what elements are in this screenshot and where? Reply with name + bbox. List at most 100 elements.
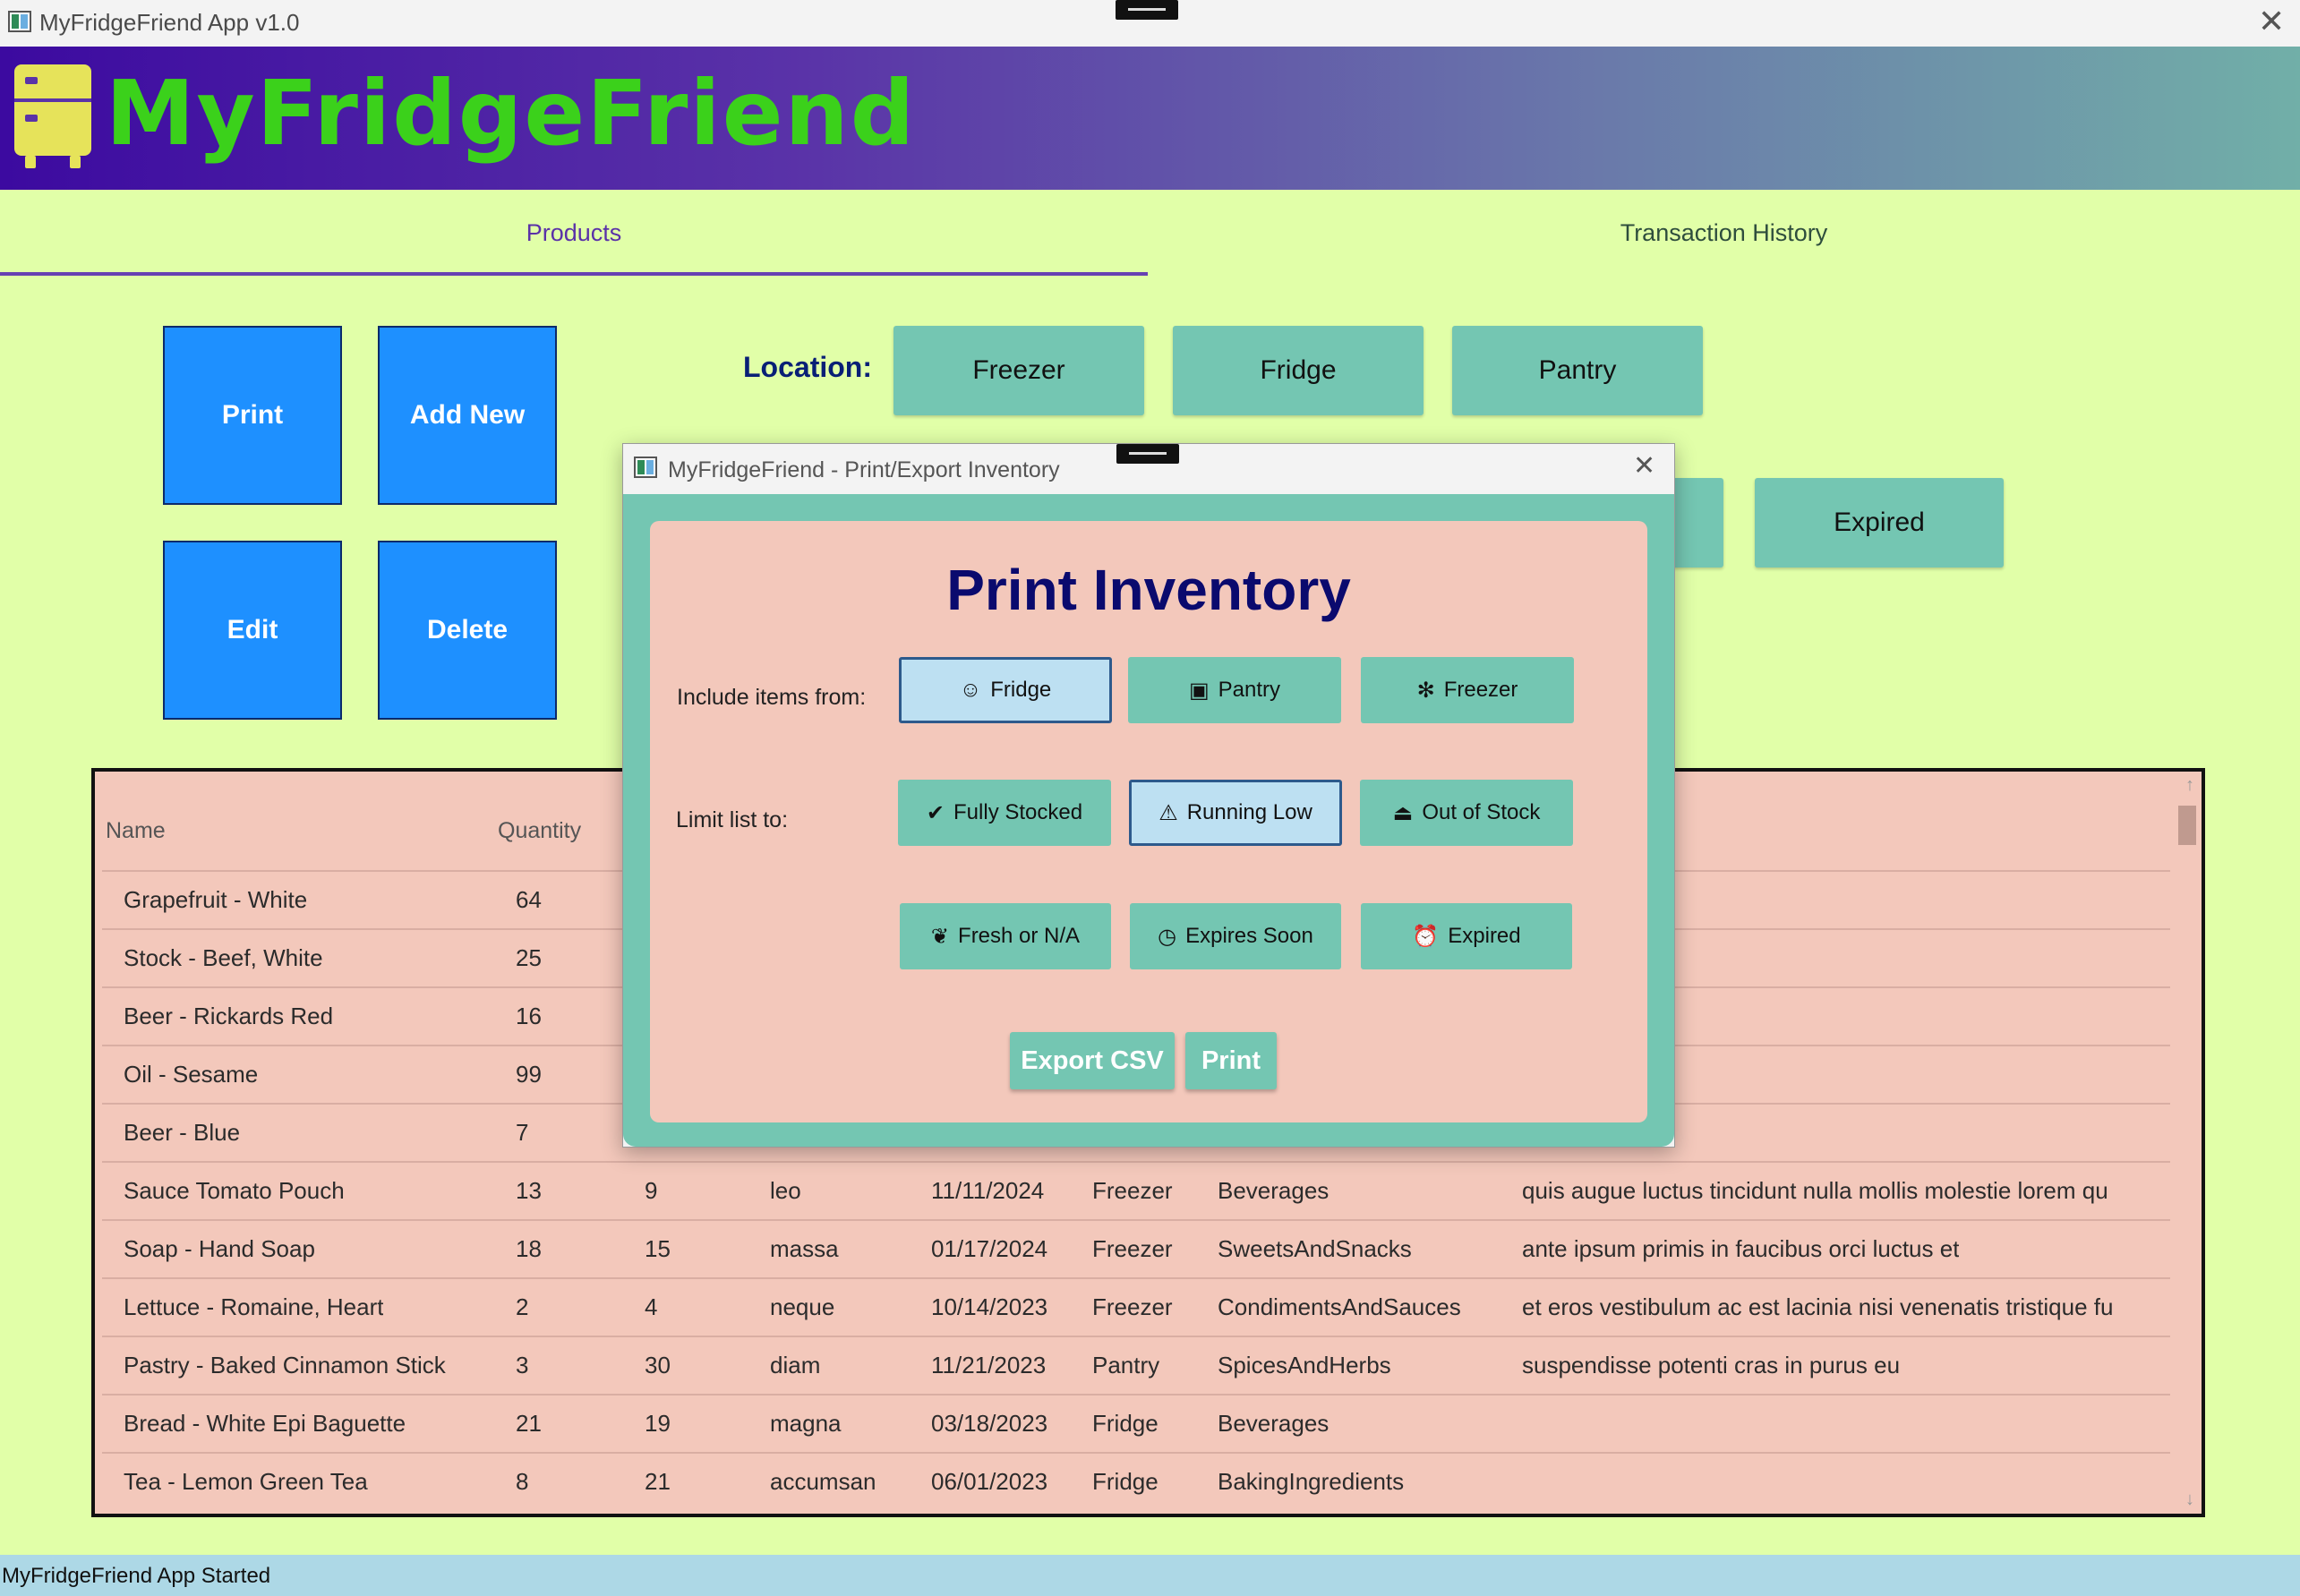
edit-button[interactable]: Edit	[163, 541, 342, 720]
cell-location: Freezer	[1092, 1293, 1173, 1320]
cell-notes: ante ipsum primis in faucibus orci luctu…	[1522, 1235, 1960, 1262]
cell-min: 4	[645, 1293, 658, 1320]
delete-button[interactable]: Delete	[378, 541, 557, 720]
cell-name: Grapefruit - White	[124, 886, 308, 913]
cell-category: SpicesAndHerbs	[1218, 1352, 1391, 1378]
window-close-icon[interactable]: ✕	[2258, 5, 2285, 38]
stock-out-of-stock-button[interactable]: ⏏ Out of Stock	[1360, 780, 1573, 846]
cell-brand: massa	[770, 1235, 839, 1262]
cell-location: Fridge	[1092, 1468, 1159, 1495]
cell-location: Fridge	[1092, 1410, 1159, 1437]
window-titlebar: MyFridgeFriend App v1.0 ✕	[0, 0, 2300, 47]
cell-category: Beverages	[1218, 1177, 1330, 1204]
cell-name: Soap - Hand Soap	[124, 1235, 315, 1262]
option-label: Fresh or N/A	[958, 924, 1081, 948]
cell-date: 03/18/2023	[931, 1410, 1048, 1437]
dialog-card: Print Inventory Include items from: ☺ Fri…	[650, 521, 1647, 1122]
cell-date: 06/01/2023	[931, 1468, 1048, 1495]
location-pantry-button[interactable]: Pantry	[1452, 326, 1703, 415]
drag-handle[interactable]	[1116, 0, 1178, 20]
limit-label: Limit list to:	[676, 807, 789, 832]
column-header-name[interactable]: Name	[106, 818, 166, 844]
dialog-title: MyFridgeFriend - Print/Export Inventory	[668, 457, 1060, 482]
cell-name: Sauce Tomato Pouch	[124, 1177, 345, 1204]
add-new-button[interactable]: Add New	[378, 326, 557, 505]
column-header-quantity[interactable]: Quantity	[498, 818, 581, 844]
cell-name: Oil - Sesame	[124, 1061, 259, 1088]
cell-date: 11/11/2024	[931, 1177, 1045, 1204]
table-row[interactable]: Pastry - Baked Cinnamon Stick 3 30 diam 11/2…	[102, 1336, 2170, 1395]
app-header: MyFridgeFriend	[0, 47, 2300, 190]
scroll-thumb[interactable]	[2178, 806, 2196, 845]
cell-notes: et eros vestibulum ac est lacinia nisi v…	[1522, 1293, 2114, 1320]
freshness-fresh-or-n-a-button[interactable]: ❦ Fresh or N/A	[900, 903, 1111, 969]
cell-quantity: 21	[516, 1410, 542, 1437]
cell-brand: magna	[770, 1410, 842, 1437]
scroll-up-icon[interactable]: ↑	[2185, 775, 2194, 796]
checkmark-icon: ✔	[926, 800, 945, 825]
include-freezer-button[interactable]: ✻ Freezer	[1361, 657, 1574, 723]
dialog-drag-handle[interactable]	[1116, 444, 1179, 464]
freshness-expired-button[interactable]: ⏰ Expired	[1361, 903, 1572, 969]
cell-category: BakingIngredients	[1218, 1468, 1405, 1495]
warning-icon: ⚠	[1159, 800, 1178, 825]
cell-date: 01/17/2024	[931, 1235, 1048, 1262]
cell-category: Beverages	[1218, 1410, 1330, 1437]
dialog-print-button[interactable]: Print	[1185, 1032, 1277, 1089]
siren-icon: ⏏	[1392, 800, 1414, 825]
cell-min: 9	[645, 1177, 658, 1204]
option-label: Pantry	[1218, 678, 1281, 702]
cell-name: Bread - White Epi Baguette	[124, 1410, 406, 1437]
stock-fully-stocked-button[interactable]: ✔ Fully Stocked	[898, 780, 1111, 846]
cell-min: 19	[645, 1410, 671, 1437]
status-expired-button[interactable]: Expired	[1755, 478, 2004, 568]
cell-quantity: 64	[516, 886, 542, 913]
cell-name: Beer - Rickards Red	[124, 1003, 334, 1029]
cell-min: 15	[645, 1235, 671, 1262]
print-button[interactable]: Print	[163, 326, 342, 505]
tab-transaction-history[interactable]: Transaction History	[1148, 190, 2300, 276]
scroll-down-icon[interactable]: ↓	[2185, 1489, 2194, 1510]
cell-quantity: 8	[516, 1468, 529, 1495]
option-label: Expired	[1448, 924, 1521, 948]
status-bar: MyFridgeFriend App Started	[0, 1555, 2300, 1596]
table-row[interactable]: Soap - Hand Soap 18 15 massa 01/17/2024 Freez…	[102, 1219, 2170, 1279]
include-pantry-button[interactable]: ▣ Pantry	[1128, 657, 1341, 723]
table-row[interactable]: Lettuce - Romaine, Heart 2 4 neque 10/14/202…	[102, 1277, 2170, 1337]
cell-name: Lettuce - Romaine, Heart	[124, 1293, 384, 1320]
dialog-heading: Print Inventory	[946, 558, 1351, 622]
cell-date: 10/14/2023	[931, 1293, 1048, 1320]
option-label: Freezer	[1443, 678, 1518, 702]
cell-quantity: 99	[516, 1061, 542, 1088]
fridge-icon	[14, 64, 91, 168]
jar-icon: ▣	[1188, 678, 1210, 703]
app-window-icon	[8, 11, 31, 32]
cell-date: 11/21/2023	[931, 1352, 1047, 1378]
cell-name: Stock - Beef, White	[124, 944, 323, 971]
dialog-body: Print Inventory Include items from: ☺ Fri…	[623, 494, 1674, 1147]
freshness-expires-soon-button[interactable]: ◷ Expires Soon	[1130, 903, 1341, 969]
table-row[interactable]: Tea - Lemon Green Tea 8 21 accumsan 06/01/20…	[102, 1452, 2170, 1512]
table-row[interactable]: Bread - White Epi Baguette 21 19 magna 03/18…	[102, 1394, 2170, 1454]
export-csv-button[interactable]: Export CSV	[1010, 1032, 1175, 1089]
include-fridge-button[interactable]: ☺ Fridge	[899, 657, 1112, 723]
cell-name: Beer - Blue	[124, 1119, 241, 1146]
alarm-clock-icon: ⏰	[1412, 924, 1440, 949]
cell-category: SweetsAndSnacks	[1218, 1235, 1412, 1262]
cell-location: Pantry	[1092, 1352, 1160, 1378]
tab-products[interactable]: Products	[0, 190, 1148, 276]
leaf-icon: ❦	[930, 924, 950, 949]
location-freezer-button[interactable]: Freezer	[893, 326, 1144, 415]
dialog-window-icon	[634, 457, 657, 478]
cell-name: Tea - Lemon Green Tea	[124, 1468, 368, 1495]
cell-quantity: 18	[516, 1235, 542, 1262]
dialog-close-icon[interactable]: ✕	[1633, 453, 1655, 480]
cell-notes: suspendisse potenti cras in purus eu	[1522, 1352, 1901, 1378]
table-scrollbar[interactable]: ↑ ↓	[2175, 772, 2202, 1514]
table-row[interactable]: Sauce Tomato Pouch 13 9 leo 11/11/2024 Freeze…	[102, 1161, 2170, 1221]
cell-category: CondimentsAndSauces	[1218, 1293, 1461, 1320]
option-label: Running Low	[1186, 800, 1312, 824]
location-fridge-button[interactable]: Fridge	[1173, 326, 1424, 415]
stock-running-low-button[interactable]: ⚠ Running Low	[1129, 780, 1342, 846]
cell-min: 30	[645, 1352, 671, 1378]
